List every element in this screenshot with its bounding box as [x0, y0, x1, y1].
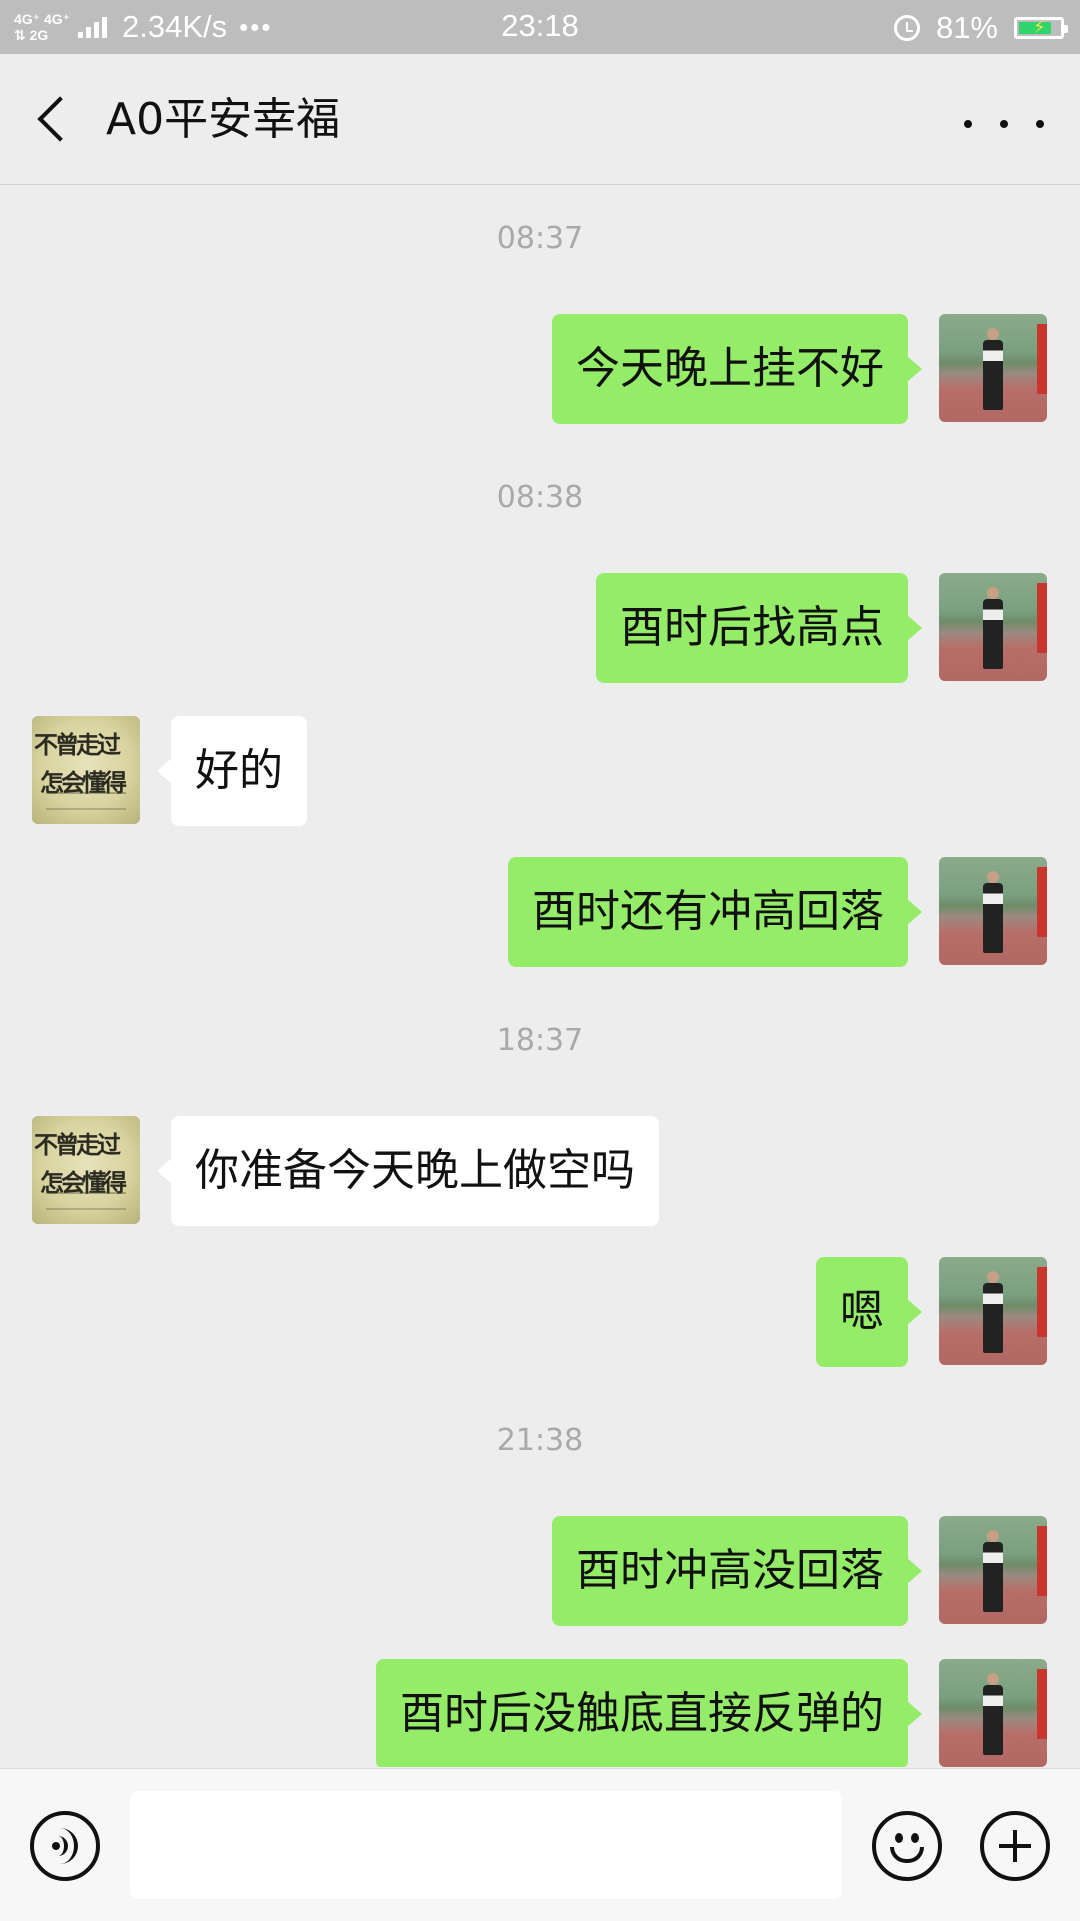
outgoing-message-bubble[interactable]: 嗯 — [816, 1257, 922, 1367]
incoming-message-bubble[interactable]: 好的 — [157, 716, 307, 826]
message-input[interactable] — [130, 1791, 842, 1899]
contact-avatar[interactable]: 不曾走过 怎会懂得 — [32, 1116, 140, 1224]
message-timestamp: 08:37 — [496, 221, 584, 256]
avatar-calligraphy: 不曾走过 怎会懂得 — [34, 730, 127, 797]
smiley-icon — [895, 1833, 903, 1843]
incoming-message-bubble[interactable]: 你准备今天晚上做空吗 — [157, 1116, 659, 1226]
more-options-button[interactable] — [964, 104, 1044, 144]
more-icon-dot — [1000, 120, 1008, 128]
status-right: 81% ⚡ — [893, 8, 1068, 48]
my-avatar[interactable] — [939, 314, 1047, 422]
my-avatar[interactable] — [939, 1516, 1047, 1624]
my-avatar[interactable] — [939, 1659, 1047, 1767]
input-bar — [0, 1768, 1080, 1921]
contact-avatar[interactable]: 不曾走过 怎会懂得 — [32, 716, 140, 824]
battery-percent: 81% — [935, 10, 998, 45]
outgoing-message-bubble[interactable]: 酉时后没触底直接反弹的 — [376, 1659, 922, 1767]
more-icon-dot — [1036, 120, 1044, 128]
message-timestamp: 08:38 — [496, 480, 584, 515]
outgoing-message-bubble[interactable]: 酉时还有冲高回落 — [508, 857, 922, 967]
more-functions-button[interactable] — [980, 1811, 1050, 1881]
emoji-button[interactable] — [872, 1811, 942, 1881]
alarm-icon — [893, 15, 920, 41]
outgoing-message-bubble[interactable]: 酉时后找高点 — [596, 573, 922, 683]
my-avatar[interactable] — [939, 573, 1047, 681]
message-list[interactable]: 08:37 今天晚上挂不好 08:38 酉时后找高点 不曾走过 怎会懂得 好的 … — [0, 185, 1080, 1767]
message-timestamp: 21:38 — [496, 1423, 584, 1458]
status-bar: 4G⁺ 4G⁺ ⇅ 2G 2.34K/s ••• 23:18 81% ⚡ — [0, 0, 1080, 54]
battery-icon: ⚡ — [1014, 17, 1068, 39]
my-avatar[interactable] — [939, 857, 1047, 965]
avatar-calligraphy: 不曾走过 怎会懂得 — [34, 1130, 127, 1197]
my-avatar[interactable] — [939, 1257, 1047, 1365]
message-timestamp: 18:37 — [496, 1023, 584, 1058]
charging-icon: ⚡ — [1033, 17, 1046, 37]
chat-header: A0平安幸福 — [0, 54, 1080, 185]
more-icon-dot — [964, 120, 972, 128]
outgoing-message-bubble[interactable]: 今天晚上挂不好 — [552, 314, 922, 424]
outgoing-message-bubble[interactable]: 酉时冲高没回落 — [552, 1516, 922, 1626]
back-button[interactable] — [24, 89, 84, 149]
voice-input-button[interactable] — [30, 1811, 100, 1881]
chat-title: A0平安幸福 — [106, 94, 341, 145]
